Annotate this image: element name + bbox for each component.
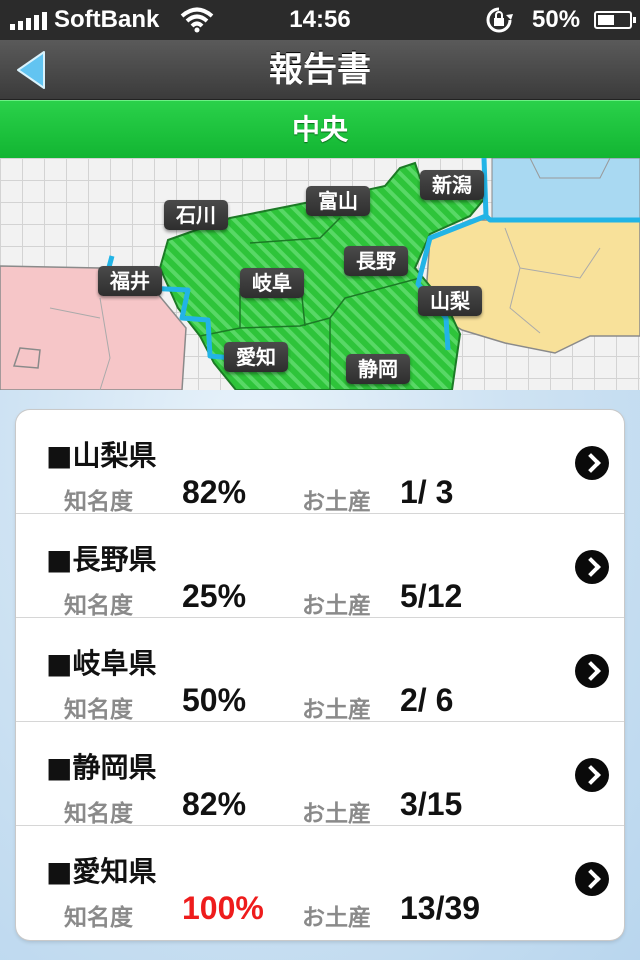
chevron-right-icon[interactable] xyxy=(575,758,609,792)
region-map: 石川 富山 新潟 福井 岐阜 長野 山梨 愛知 静岡 xyxy=(0,158,640,390)
souvenir-label: お土産 xyxy=(302,905,371,931)
map-region-north xyxy=(491,158,640,221)
souvenir-value: 2/ 6 xyxy=(400,682,454,718)
souvenir-label: お土産 xyxy=(302,593,371,619)
battery-charging-icon xyxy=(594,11,636,29)
souvenir-label: お土産 xyxy=(302,489,371,515)
map-label-niigata[interactable]: 新潟 xyxy=(420,170,484,200)
region-title: 中央 xyxy=(291,113,348,146)
fame-value: 82% xyxy=(182,474,247,510)
map-label-fukui[interactable]: 福井 xyxy=(98,266,162,296)
map-label-toyama[interactable]: 富山 xyxy=(306,186,370,216)
map-label-ishikawa[interactable]: 石川 xyxy=(164,200,228,230)
prefecture-name: ■山梨県 xyxy=(46,439,157,472)
prefecture-name: ■長野県 xyxy=(46,543,157,576)
list-item-nagano[interactable]: ■長野県 知名度 25% お土産 5/12 xyxy=(16,514,624,619)
fame-label: 知名度 xyxy=(64,905,133,931)
nav-bar: 報告書 xyxy=(0,40,640,100)
list-item-gifu[interactable]: ■岐阜県 知名度 50% お土産 2/ 6 xyxy=(16,618,624,723)
status-bar: SoftBank 14:56 50% xyxy=(0,0,640,40)
chevron-right-icon[interactable] xyxy=(575,654,609,688)
souvenir-value: 13/39 xyxy=(400,890,481,926)
prefecture-name: ■静岡県 xyxy=(46,751,157,784)
fame-label: 知名度 xyxy=(64,593,133,619)
fame-value: 100% xyxy=(182,890,264,926)
chevron-right-icon[interactable] xyxy=(575,446,609,480)
fame-value: 50% xyxy=(182,682,247,718)
fame-value: 25% xyxy=(182,578,247,614)
page-title: 報告書 xyxy=(269,50,371,90)
battery-percent: 50% xyxy=(532,6,581,33)
souvenir-value: 1/ 3 xyxy=(400,474,454,510)
souvenir-label: お土産 xyxy=(302,697,371,723)
list-item-shizuoka[interactable]: ■静岡県 知名度 82% お土産 3/15 xyxy=(16,722,624,827)
souvenir-value: 3/15 xyxy=(400,786,463,822)
map-label-yamanashi[interactable]: 山梨 xyxy=(418,286,482,316)
souvenir-value: 5/12 xyxy=(400,578,463,614)
map-label-gifu[interactable]: 岐阜 xyxy=(240,268,304,298)
prefecture-name: ■愛知県 xyxy=(46,855,157,888)
souvenir-label: お土産 xyxy=(302,801,371,827)
fame-label: 知名度 xyxy=(64,801,133,827)
prefecture-list: ■山梨県 知名度 82% お土産 1/ 3 ■長野県 知名度 25% お土産 5… xyxy=(16,410,624,940)
map-label-shizuoka[interactable]: 静岡 xyxy=(346,354,410,384)
rotation-lock-icon xyxy=(484,6,514,41)
chevron-right-icon[interactable] xyxy=(575,550,609,584)
fame-label: 知名度 xyxy=(64,697,133,723)
list-background: ■山梨県 知名度 82% お土産 1/ 3 ■長野県 知名度 25% お土産 5… xyxy=(0,390,640,960)
chevron-right-icon[interactable] xyxy=(575,862,609,896)
fame-label: 知名度 xyxy=(64,489,133,515)
fame-value: 82% xyxy=(182,786,247,822)
region-header: 中央 xyxy=(0,100,640,158)
map-label-nagano[interactable]: 長野 xyxy=(344,246,408,276)
list-item-aichi[interactable]: ■愛知県 知名度 100% お土産 13/39 xyxy=(16,826,624,940)
list-item-yamanashi[interactable]: ■山梨県 知名度 82% お土産 1/ 3 xyxy=(16,410,624,515)
prefecture-name: ■岐阜県 xyxy=(46,647,157,680)
map-label-aichi[interactable]: 愛知 xyxy=(224,342,288,372)
